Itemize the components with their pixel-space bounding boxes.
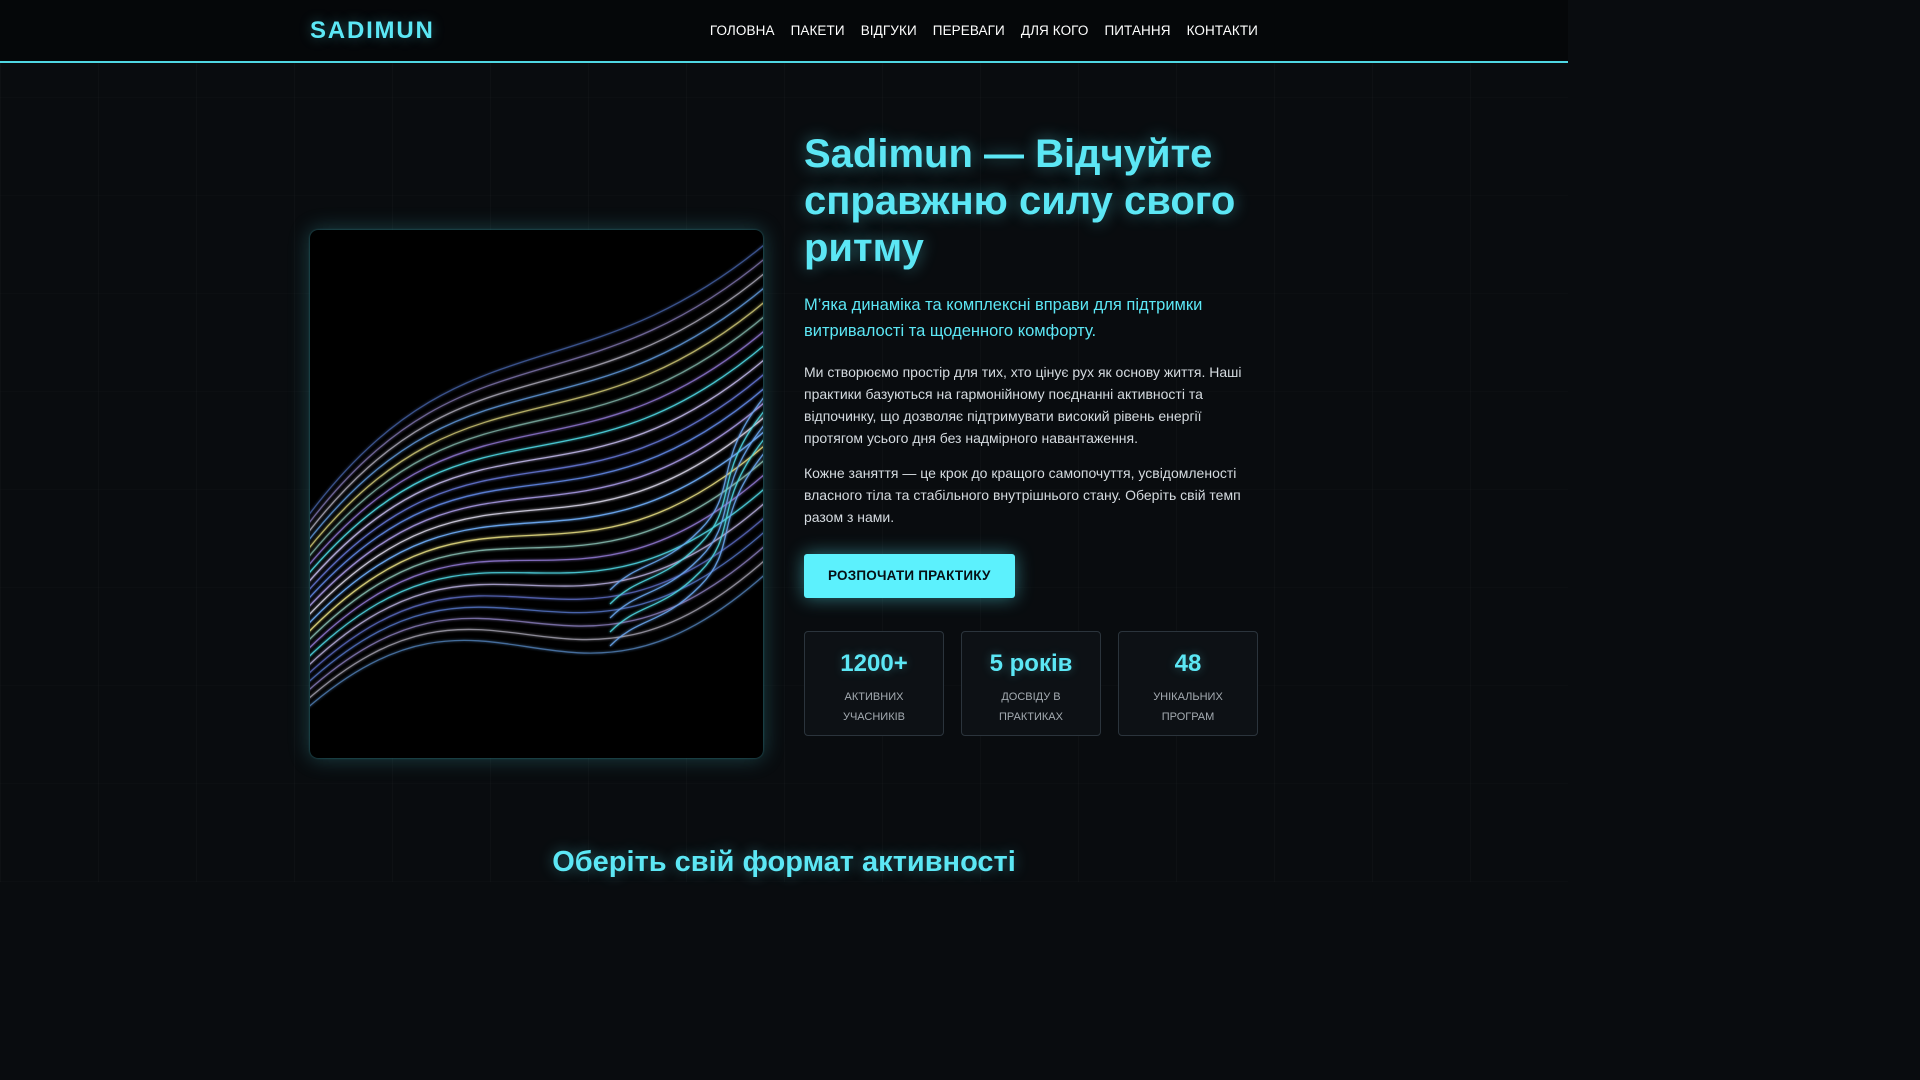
- stat-label: УНІКАЛЬНИХ ПРОГРАМ: [1153, 691, 1223, 723]
- hero-section: Sadimun — Відчуйте справжню силу свого р…: [310, 63, 1258, 758]
- stats-row: 1200+ АКТИВНИХ УЧАСНИКІВ 5 років ДОСВІДУ…: [804, 631, 1258, 736]
- stat-value: 48: [1174, 650, 1202, 677]
- brand-logo[interactable]: SADIMUN: [310, 17, 435, 45]
- wave-line: [310, 273, 763, 532]
- stat-value: 5 років: [989, 650, 1073, 677]
- stat-label: АКТИВНИХ УЧАСНИКІВ: [842, 691, 905, 723]
- start-practice-button[interactable]: РОЗПОЧАТИ ПРАКТИКУ: [804, 554, 1015, 598]
- stat-card-experience: 5 років ДОСВІДУ В ПРАКТИКАХ: [961, 631, 1101, 736]
- hero-title: Sadimun — Відчуйте справжню силу свого р…: [804, 132, 1236, 270]
- nav-item-contacts[interactable]: КОНТАКТИ: [1187, 23, 1258, 38]
- wave-line: [310, 546, 763, 691]
- stat-value: 1200+: [840, 650, 908, 677]
- wave-line: [310, 302, 763, 549]
- wave-line: [310, 417, 763, 615]
- wave-line: [310, 532, 763, 682]
- nav-item-audience[interactable]: ДЛЯ КОГО: [1021, 23, 1089, 38]
- stat-card-programs: 48 УНІКАЛЬНИХ ПРОГРАМ: [1118, 631, 1258, 736]
- wave-line: [310, 259, 763, 523]
- nav-item-faq[interactable]: ПИТАННЯ: [1104, 23, 1170, 38]
- hero-artwork: [310, 230, 763, 758]
- stat-card-members: 1200+ АКТИВНИХ УЧАСНИКІВ: [804, 631, 944, 736]
- hero-subtitle: М’яка динаміка та комплексні вправи для …: [804, 296, 1203, 340]
- main-content: Sadimun — Відчуйте справжню силу свого р…: [0, 63, 1568, 878]
- hero-paragraph-2: Кожне заняття — це крок до кращого самоп…: [804, 465, 1241, 525]
- light-waves-art-icon: [310, 244, 763, 707]
- wave-line: [310, 388, 763, 599]
- formats-section-title: Оберіть свій формат активності: [552, 846, 1016, 878]
- stat-label: ДОСВІДУ В ПРАКТИКАХ: [999, 691, 1063, 723]
- nav-item-packages[interactable]: ПАКЕТИ: [791, 23, 845, 38]
- nav-item-reviews[interactable]: ВІДГУКИ: [861, 23, 917, 38]
- main-nav: ГОЛОВНА ПАКЕТИ ВІДГУКИ ПЕРЕВАГИ ДЛЯ КОГО…: [710, 23, 1258, 38]
- wave-line: [310, 359, 763, 582]
- hero-paragraph-1: Ми створюємо простір для тих, хто цінує …: [804, 364, 1242, 446]
- nav-item-home[interactable]: ГОЛОВНА: [710, 23, 775, 38]
- wave-line: [310, 331, 763, 565]
- site-header: SADIMUN ГОЛОВНА ПАКЕТИ ВІДГУКИ ПЕРЕВАГИ …: [0, 0, 1568, 63]
- wave-line: [310, 402, 763, 607]
- nav-item-benefits[interactable]: ПЕРЕВАГИ: [933, 23, 1005, 38]
- hero-content: Sadimun — Відчуйте справжню силу свого р…: [804, 129, 1258, 758]
